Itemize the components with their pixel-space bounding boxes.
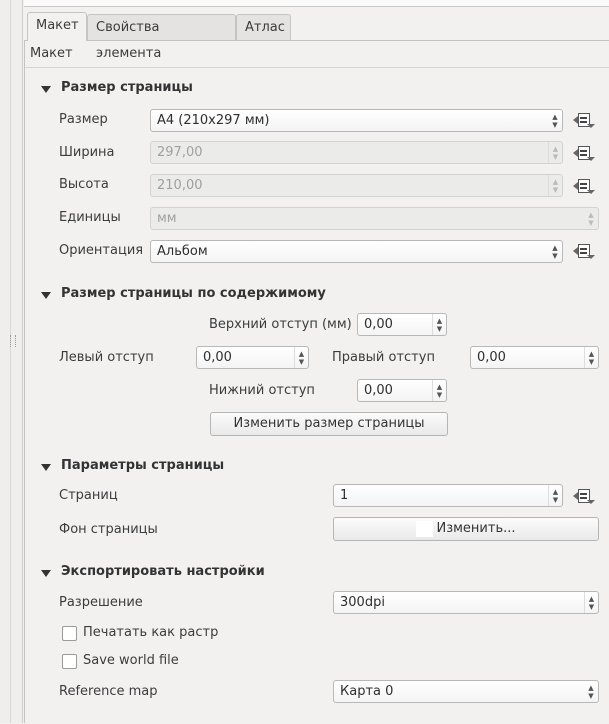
collapse-triangle-icon[interactable] bbox=[41, 292, 51, 299]
print-as-raster-checkbox[interactable] bbox=[62, 626, 77, 641]
top-bar bbox=[24, 0, 609, 7]
pages-label: Страниц bbox=[59, 488, 118, 503]
bottom-margin-spinbox[interactable]: 0,00 ▲ ▼ bbox=[357, 379, 447, 402]
orientation-combobox[interactable]: Альбом ▲ ▼ bbox=[150, 240, 563, 263]
left-margin-label: Левый отступ bbox=[59, 350, 154, 365]
print-as-raster-label[interactable]: Печатать как растр bbox=[83, 625, 218, 640]
save-world-file-checkbox[interactable] bbox=[62, 654, 77, 669]
data-defined-override-icon[interactable] bbox=[573, 242, 595, 260]
collapse-triangle-icon[interactable] bbox=[41, 464, 51, 471]
divider bbox=[10, 0, 11, 723]
bottom-margin-label: Нижний отступ bbox=[209, 383, 315, 398]
data-defined-override-icon[interactable] bbox=[573, 177, 595, 195]
units-value: мм bbox=[157, 211, 177, 226]
width-value: 297,00 bbox=[157, 145, 203, 160]
section-resize-to-content[interactable]: Размер страницы по содержимому bbox=[61, 286, 326, 301]
top-margin-label: Верхний отступ (мм) bbox=[209, 317, 352, 332]
spin-arrows-icon: ▲ ▼ bbox=[584, 592, 598, 613]
updown-arrows-icon: ▲ ▼ bbox=[552, 113, 558, 129]
reference-map-combobox[interactable]: Карта 0 ▲ ▼ bbox=[333, 680, 599, 703]
spin-arrows-icon: ▲ ▼ bbox=[548, 485, 562, 506]
right-margin-label: Правый отступ bbox=[332, 350, 435, 365]
width-spinbox[interactable]: 297,00 ▲ ▼ bbox=[150, 141, 563, 164]
spin-arrows-icon: ▲ ▼ bbox=[294, 347, 308, 368]
tab-atlas[interactable]: Атлас bbox=[236, 14, 291, 40]
right-margin-spinbox[interactable]: 0,00 ▲ ▼ bbox=[470, 346, 599, 369]
left-margin-spinbox[interactable]: 0,00 ▲ ▼ bbox=[196, 346, 309, 369]
page-background-label: Фон страницы bbox=[59, 522, 158, 537]
pages-value: 1 bbox=[340, 488, 349, 503]
pages-spinbox[interactable]: 1 ▲ ▼ bbox=[333, 484, 563, 507]
section-page-settings[interactable]: Параметры страницы bbox=[61, 458, 224, 473]
data-defined-override-icon[interactable] bbox=[573, 487, 595, 505]
tab-item-properties[interactable]: Свойства элемента bbox=[87, 14, 236, 61]
updown-arrows-icon: ▲ ▼ bbox=[552, 244, 558, 260]
units-label: Единицы bbox=[59, 210, 121, 225]
spin-arrows-icon: ▲ ▼ bbox=[432, 380, 446, 401]
top-margin-spinbox[interactable]: 0,00 ▲ ▼ bbox=[357, 313, 447, 336]
bottom-margin-value: 0,00 bbox=[364, 383, 393, 398]
page-background-button[interactable]: Изменить... bbox=[333, 517, 599, 541]
spin-arrows-icon: ▲ ▼ bbox=[584, 347, 598, 368]
size-value: A4 (210x297 мм) bbox=[157, 113, 270, 128]
resize-page-button[interactable]: Изменить размер страницы bbox=[210, 412, 448, 436]
color-swatch bbox=[416, 520, 434, 537]
left-margin-value: 0,00 bbox=[203, 350, 232, 365]
spin-arrows-icon: ▲ ▼ bbox=[432, 314, 446, 335]
top-margin-value: 0,00 bbox=[364, 317, 393, 332]
collapse-triangle-icon[interactable] bbox=[41, 86, 51, 93]
size-label: Размер bbox=[59, 112, 108, 127]
updown-arrows-icon: ▲ ▼ bbox=[588, 684, 594, 700]
height-spinbox[interactable]: 210,00 ▲ ▼ bbox=[150, 174, 563, 197]
orientation-value: Альбом bbox=[157, 244, 208, 259]
resolution-label: Разрешение bbox=[59, 595, 143, 610]
section-page-size[interactable]: Размер страницы bbox=[61, 80, 193, 95]
updown-arrows-icon: ▲ ▼ bbox=[588, 211, 594, 227]
spin-arrows-icon: ▲ ▼ bbox=[548, 142, 562, 163]
reference-map-label: Reference map bbox=[59, 684, 158, 699]
data-defined-override-icon[interactable] bbox=[573, 111, 595, 129]
tab-layout[interactable]: Макет bbox=[27, 12, 87, 41]
height-label: Высота bbox=[59, 177, 109, 192]
right-margin-value: 0,00 bbox=[477, 350, 506, 365]
collapse-triangle-icon[interactable] bbox=[41, 570, 51, 577]
size-combobox[interactable]: A4 (210x297 мм) ▲ ▼ bbox=[150, 109, 563, 132]
panel-title: Макет bbox=[30, 46, 73, 61]
splitter-handle[interactable] bbox=[10, 335, 16, 347]
left-dock-strip bbox=[0, 0, 23, 723]
orientation-label: Ориентация bbox=[59, 243, 144, 258]
resolution-value: 300dpi bbox=[340, 595, 385, 610]
section-export-settings[interactable]: Экспортировать настройки bbox=[61, 564, 265, 579]
resolution-spinbox[interactable]: 300dpi ▲ ▼ bbox=[333, 591, 599, 614]
height-value: 210,00 bbox=[157, 178, 203, 193]
units-combobox[interactable]: мм ▲ ▼ bbox=[150, 207, 599, 230]
reference-map-value: Карта 0 bbox=[340, 684, 394, 699]
save-world-file-label[interactable]: Save world file bbox=[83, 653, 179, 668]
page-background-button-label: Изменить... bbox=[436, 521, 516, 536]
spin-arrows-icon: ▲ ▼ bbox=[548, 175, 562, 196]
width-label: Ширина bbox=[59, 145, 115, 160]
data-defined-override-icon[interactable] bbox=[573, 144, 595, 162]
